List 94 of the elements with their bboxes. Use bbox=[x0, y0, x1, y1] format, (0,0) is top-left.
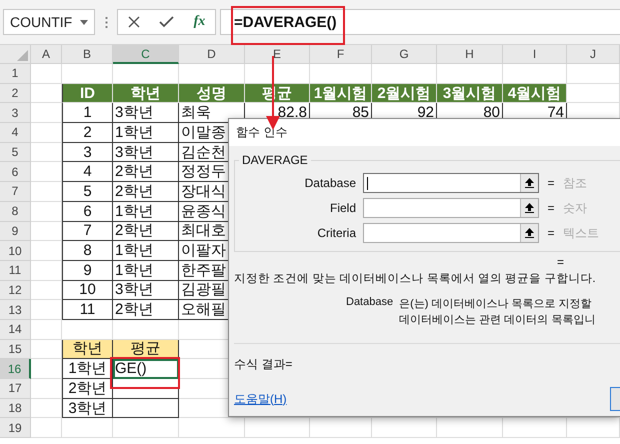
column-header[interactable]: J bbox=[567, 45, 620, 64]
row-header[interactable]: 17 bbox=[0, 379, 31, 399]
result-value: = bbox=[557, 255, 566, 269]
highlight-box bbox=[110, 357, 180, 389]
table-cell: 1학년 bbox=[62, 359, 113, 379]
row-header[interactable]: 10 bbox=[0, 241, 31, 261]
table-cell: 11 bbox=[62, 300, 113, 320]
column-header[interactable]: B bbox=[62, 45, 113, 64]
table-cell: 2학년 bbox=[113, 222, 179, 242]
table-cell: 3학년 bbox=[113, 280, 179, 300]
collapse-icon[interactable] bbox=[525, 203, 534, 213]
collapse-icon[interactable] bbox=[525, 228, 534, 238]
column-heading: 학년 bbox=[113, 84, 179, 104]
argument-hint: 참조 bbox=[563, 174, 588, 192]
row-header[interactable]: 12 bbox=[0, 280, 31, 300]
table-cell: 1 bbox=[62, 103, 113, 124]
table-cell: 2 bbox=[62, 123, 113, 143]
row-header[interactable]: 15 bbox=[0, 340, 31, 360]
table-cell: 3학년 bbox=[113, 142, 179, 162]
row-header[interactable]: 7 bbox=[0, 182, 31, 202]
column-heading: ID bbox=[62, 84, 113, 104]
row-header[interactable]: 11 bbox=[0, 260, 31, 281]
table-cell: 9 bbox=[62, 260, 113, 281]
argument-label: Field bbox=[328, 201, 357, 215]
equals-sign: = bbox=[546, 226, 556, 240]
check-icon[interactable] bbox=[159, 16, 174, 28]
column-heading: 2월시험 bbox=[372, 84, 437, 104]
table-cell: 7 bbox=[62, 222, 113, 242]
row-header[interactable]: 3 bbox=[0, 103, 31, 124]
column-heading: 3월시험 bbox=[437, 84, 503, 104]
collapse-icon[interactable] bbox=[525, 178, 534, 188]
argument-description: 데이터베이스는 관련 데이터의 목록입니 bbox=[399, 313, 596, 327]
argument-field[interactable] bbox=[363, 223, 539, 243]
table-cell: 학년 bbox=[62, 340, 113, 360]
row-header[interactable]: 9 bbox=[0, 222, 31, 242]
equals-sign: = bbox=[546, 201, 556, 215]
row-header[interactable]: 14 bbox=[0, 320, 31, 340]
table-cell: 4 bbox=[62, 162, 113, 182]
row-header[interactable]: 6 bbox=[0, 162, 31, 182]
column-header[interactable]: H bbox=[437, 45, 503, 64]
table-cell: 1학년 bbox=[113, 241, 179, 261]
equals-sign: = bbox=[546, 176, 556, 190]
insert-function-button[interactable]: fx bbox=[194, 14, 206, 30]
row-header[interactable]: 2 bbox=[0, 84, 31, 104]
group-label: DAVERAGE bbox=[239, 153, 311, 167]
help-link[interactable]: 도움말(H) bbox=[234, 390, 287, 408]
argument-label: Database bbox=[304, 176, 357, 190]
table-cell: 6 bbox=[62, 202, 113, 222]
formula-field[interactable]: =DAVERAGE() bbox=[220, 9, 620, 35]
table-cell: GE() bbox=[113, 359, 179, 379]
row-header[interactable]: 13 bbox=[0, 300, 31, 320]
argument-hint: 숫자 bbox=[563, 200, 588, 216]
row-header[interactable]: 8 bbox=[0, 202, 31, 222]
table-cell: 1학년 bbox=[113, 202, 179, 222]
table-cell: 8 bbox=[62, 241, 113, 261]
column-heading: 성명 bbox=[179, 84, 245, 104]
row-header[interactable]: 5 bbox=[0, 142, 31, 162]
argument-field[interactable] bbox=[363, 173, 539, 193]
row-header[interactable]: 4 bbox=[0, 123, 31, 143]
column-header[interactable]: E bbox=[245, 45, 310, 64]
column-heading: 4월시험 bbox=[503, 84, 567, 104]
argument-field[interactable] bbox=[363, 198, 539, 218]
row-header[interactable]: 1 bbox=[0, 64, 31, 84]
argument-hint: 텍스트 bbox=[563, 224, 600, 242]
column-header[interactable]: D bbox=[179, 45, 245, 64]
row-header[interactable]: 19 bbox=[0, 418, 31, 438]
column-header[interactable]: A bbox=[31, 45, 62, 64]
table-cell: 1학년 bbox=[113, 123, 179, 143]
grip-icon[interactable] bbox=[105, 16, 108, 28]
argument-description: 은(는) 데이터베이스나 목록으로 지정할 bbox=[399, 297, 593, 311]
column-header[interactable]: I bbox=[503, 45, 567, 64]
dialog-button[interactable] bbox=[610, 387, 620, 411]
table-cell: 10 bbox=[62, 280, 113, 300]
table-cell: 2학년 bbox=[113, 182, 179, 202]
table-cell: 2학년 bbox=[113, 162, 179, 182]
table-cell: 1학년 bbox=[113, 260, 179, 281]
table-cell: 3 bbox=[62, 142, 113, 162]
table-cell: 2학년 bbox=[113, 300, 179, 320]
cancel-icon[interactable] bbox=[128, 16, 140, 28]
table-cell: 3학년 bbox=[113, 103, 179, 124]
dropdown-icon bbox=[80, 20, 88, 24]
column-heading: 1월시험 bbox=[310, 84, 372, 104]
column-header[interactable]: G bbox=[372, 45, 437, 64]
name-box[interactable]: COUNTIF bbox=[3, 9, 95, 35]
column-header[interactable]: C bbox=[113, 45, 179, 64]
argument-label: Criteria bbox=[316, 226, 357, 240]
row-header[interactable]: 18 bbox=[0, 398, 31, 418]
table-cell: 3학년 bbox=[62, 398, 113, 418]
argument-name: Database bbox=[346, 296, 394, 310]
column-header[interactable]: F bbox=[310, 45, 372, 64]
formula-result: 수식 결과= bbox=[234, 356, 294, 373]
table-cell: 5 bbox=[62, 182, 113, 202]
row-header[interactable]: 16 bbox=[0, 359, 31, 379]
table-cell: 2학년 bbox=[62, 379, 113, 399]
